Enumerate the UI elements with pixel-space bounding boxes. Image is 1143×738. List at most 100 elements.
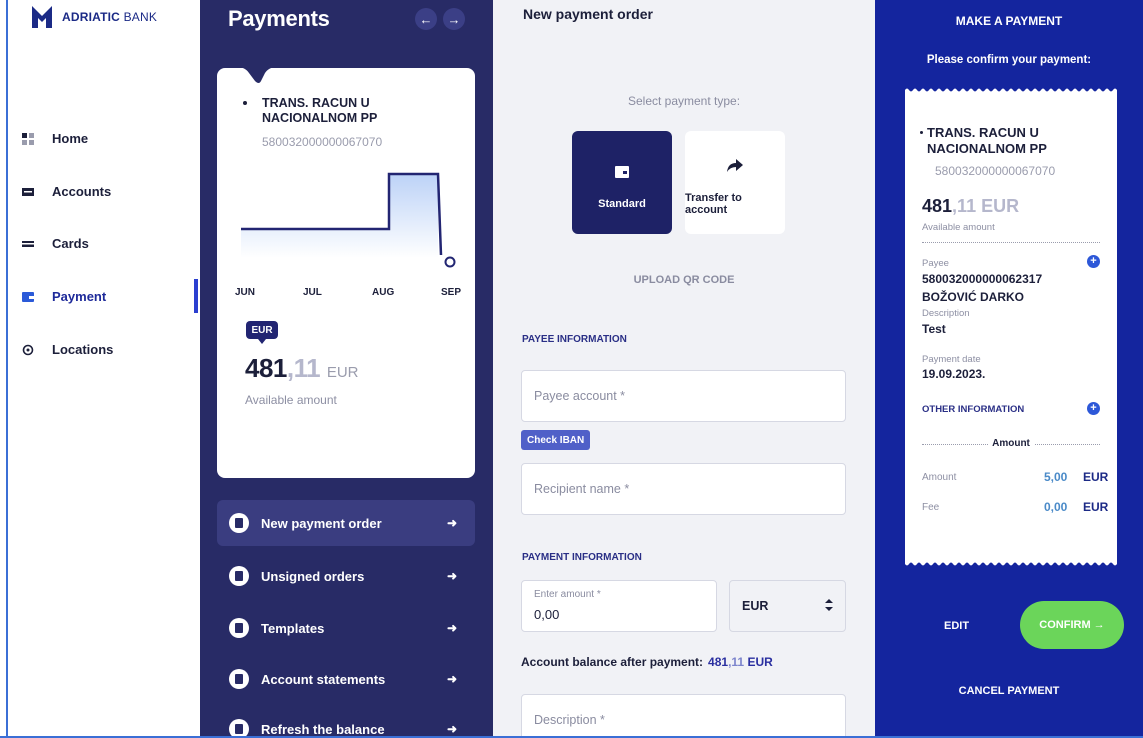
- payment-section-title: PAYMENT INFORMATION: [522, 552, 642, 563]
- description-field[interactable]: Description *: [521, 694, 846, 738]
- confirm-button[interactable]: CONFIRM →: [1020, 601, 1124, 649]
- menu-new-payment-order[interactable]: New payment order ➜: [217, 500, 475, 546]
- recipient-name-placeholder: Recipient name *: [534, 482, 630, 496]
- amount-header: Amount: [905, 438, 1117, 449]
- nav-item-home[interactable]: Home: [22, 131, 88, 146]
- menu-templates[interactable]: Templates ➜: [217, 605, 475, 651]
- description-label: Description: [922, 308, 970, 319]
- arrow-right-icon: ➜: [446, 516, 457, 530]
- document-icon: [229, 566, 249, 586]
- receipt-amount-caption: Available amount: [922, 222, 995, 233]
- confirm-subtitle: Please confirm your payment:: [926, 54, 1092, 66]
- amount-row-label: Amount: [922, 472, 957, 483]
- document-icon: [229, 513, 249, 533]
- arrow-left-icon[interactable]: ←: [415, 8, 437, 30]
- fee-row-currency: EUR: [1083, 500, 1109, 514]
- brand-name: ADRIATIC BANK: [62, 10, 158, 24]
- edit-button[interactable]: EDIT: [944, 620, 969, 632]
- receipt-account-name: TRANS. RACUN U NACIONALNOM PP: [927, 125, 1047, 156]
- payment-type-label: Transfer to account: [685, 191, 742, 216]
- menu-label: Refresh the balance: [261, 721, 385, 737]
- select-type-label: Select payment type:: [627, 94, 741, 108]
- amount-field[interactable]: Enter amount * 0,00: [521, 580, 717, 632]
- frame-border: [6, 0, 8, 738]
- nav-item-payment[interactable]: Payment: [22, 289, 106, 304]
- currency-badge: EUR: [246, 321, 278, 344]
- available-amount: 481,11 EUR: [245, 353, 359, 383]
- other-information-link[interactable]: OTHER INFORMATION: [922, 404, 1024, 415]
- arrow-right-icon: ➜: [446, 621, 457, 635]
- expand-other-info-icon[interactable]: +: [1087, 402, 1100, 415]
- menu-label: Account statements: [261, 671, 386, 687]
- arrow-right-icon[interactable]: →: [443, 8, 465, 30]
- brand-logo[interactable]: ADRIATIC BANK: [32, 6, 157, 28]
- share-arrow-icon: [727, 150, 743, 182]
- currency-value: EUR: [742, 599, 769, 613]
- menu-label: Templates: [261, 620, 325, 636]
- nav-item-cards[interactable]: Cards: [22, 236, 89, 251]
- menu-refresh-balance[interactable]: Refresh the balance ➜: [217, 706, 475, 738]
- recipient-name-field[interactable]: Recipient name *: [521, 463, 846, 515]
- payment-type-transfer[interactable]: Transfer to account: [685, 131, 785, 234]
- card-icon: [22, 238, 34, 250]
- upload-qr-link[interactable]: UPLOAD QR CODE: [493, 274, 875, 286]
- payment-date-value: 19.09.2023.: [922, 367, 986, 381]
- payment-date-label: Payment date: [922, 354, 981, 365]
- wallet-icon: [615, 156, 629, 188]
- arrow-right-icon: ➜: [446, 672, 457, 686]
- wallet-icon: [22, 291, 34, 303]
- side-nav: ADRIATIC BANK Home Accounts Cards Paymen…: [8, 0, 200, 738]
- check-iban-button[interactable]: Check IBAN: [521, 430, 591, 450]
- grid-icon: [22, 132, 34, 145]
- nav-item-locations[interactable]: Locations: [22, 342, 113, 357]
- chart-end-point: [444, 256, 456, 268]
- account-card[interactable]: TRANS. RACUN U NACIONALNOM PP 5800320000…: [217, 67, 475, 478]
- menu-label: New payment order: [261, 515, 382, 531]
- card-notch: [217, 67, 277, 83]
- nav-item-accounts[interactable]: Accounts: [22, 184, 111, 199]
- divider: [922, 242, 1100, 243]
- menu-label: Unsigned orders: [261, 568, 365, 584]
- chart-area: [241, 174, 438, 258]
- template-icon: [229, 618, 249, 638]
- payment-receipt: TRANS. RACUN U NACIONALNOM PP 5800320000…: [905, 88, 1117, 566]
- currency-select[interactable]: EUR: [729, 580, 846, 632]
- bank-logo-icon: [32, 6, 52, 28]
- nav-label: Cards: [52, 236, 89, 251]
- bullet-dot: [243, 101, 247, 105]
- form-title: New payment order: [523, 6, 653, 22]
- payments-title: Payments: [228, 6, 330, 31]
- receipt-available-amount: 481,11 EUR: [922, 196, 1020, 216]
- month-label: JUL: [303, 287, 322, 298]
- bullet-dot: [920, 131, 923, 134]
- location-icon: [22, 344, 34, 356]
- make-payment-title: MAKE A PAYMENT: [955, 14, 1063, 28]
- payee-name: BOŽOVIĆ DARKO: [922, 290, 1024, 304]
- fee-row-label: Fee: [922, 502, 940, 513]
- amount-label: Enter amount *: [534, 589, 601, 600]
- account-number: 580032000000067070: [262, 135, 383, 149]
- nav-label: Accounts: [52, 184, 112, 199]
- payment-form: New payment order Select payment type: S…: [493, 0, 875, 738]
- amount-row-value: 5,00: [1044, 470, 1068, 484]
- balance-after-payment: Account balance after payment: 481,11 EUR: [521, 655, 773, 669]
- menu-account-statements[interactable]: Account statements ➜: [217, 656, 475, 702]
- month-label: AUG: [372, 287, 395, 298]
- payee-account-field[interactable]: Payee account *: [521, 370, 846, 422]
- payment-type-label: Standard: [598, 197, 646, 210]
- amount-row-currency: EUR: [1083, 470, 1109, 484]
- payment-type-standard[interactable]: Standard: [572, 131, 672, 234]
- cancel-payment-button[interactable]: CANCEL PAYMENT: [875, 685, 1143, 697]
- confirm-panel: MAKE A PAYMENT Please confirm your payme…: [875, 0, 1143, 738]
- description-placeholder: Description *: [534, 713, 605, 727]
- amount-value: 0,00: [534, 607, 560, 622]
- month-label: JUN: [235, 287, 256, 298]
- expand-payee-icon[interactable]: +: [1087, 255, 1100, 268]
- receipt-account-number: 580032000000067070: [935, 164, 1056, 178]
- nav-label: Payment: [52, 289, 107, 304]
- accounts-icon: [22, 186, 34, 198]
- payee-account: 580032000000062317: [922, 272, 1043, 286]
- menu-unsigned-orders[interactable]: Unsigned orders ➜: [217, 553, 475, 599]
- description-value: Test: [922, 322, 946, 336]
- statement-icon: [229, 669, 249, 689]
